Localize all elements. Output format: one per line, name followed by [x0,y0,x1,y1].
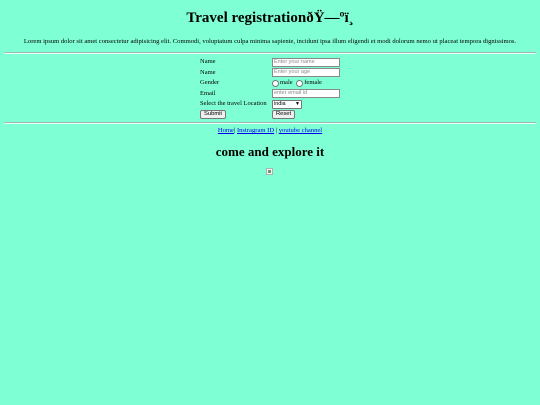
name-input[interactable]: Enter your name [272,57,340,67]
gender-male-radio[interactable] [272,79,279,87]
youtube-link[interactable]: youtube channel [279,127,322,134]
email-input[interactable]: enter email id [272,89,340,99]
form-row-gender: Gender male female [199,78,341,89]
home-link[interactable]: Home [218,127,234,134]
form-row-buttons: Submit Reset [199,110,341,121]
form-row-email: Email enter email id [199,89,341,100]
reset-button[interactable]: Reset [272,110,296,120]
divider-bottom [4,122,536,124]
chevron-down-icon: ▼ [295,100,300,107]
email-label: Email [200,89,216,97]
form-row-age: Name Enter your age [199,68,341,79]
gender-female-label: female [304,79,322,86]
registration-form: Name Enter your name Name Enter your age… [199,57,341,120]
location-label: Select the travel Location [200,100,267,108]
link-separator: | [233,127,236,134]
location-selected-value: india [274,100,286,107]
form-row-name: Name Enter your name [199,57,341,68]
page: Travel registrationðŸ—ºï¸ Lorem ipsum do… [0,0,540,405]
age-input[interactable]: Enter your age [272,68,340,78]
broken-image-icon [266,168,273,175]
intro-paragraph: Lorem ipsum dolor sit amet consectetur a… [23,38,517,45]
page-title: Travel registrationðŸ—ºï¸ [186,10,354,26]
explore-heading: come and explore it [215,144,325,159]
gender-male-label: male [280,79,293,86]
age-label: Name [200,68,216,76]
divider-top [4,52,536,54]
name-label: Name [200,58,216,66]
link-separator: | [275,127,278,134]
location-select[interactable]: india ▼ [272,99,302,109]
gender-female-radio[interactable] [296,79,304,87]
submit-button[interactable]: Submit [200,110,227,120]
footer-links: Home| Instragram ID | youtube channel [0,127,540,135]
form-row-location: Select the travel Location india ▼ [199,99,341,110]
instagram-link[interactable]: Instragram ID [237,127,274,134]
gender-label: Gender [200,79,220,87]
